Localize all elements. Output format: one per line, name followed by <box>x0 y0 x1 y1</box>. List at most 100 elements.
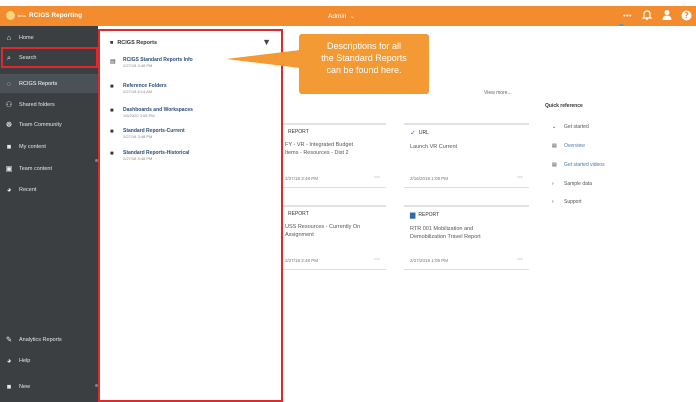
quick-item-label: Sample data <box>564 181 593 187</box>
chevron-right-icon: › <box>552 181 554 187</box>
new-icon: ■ <box>6 382 12 391</box>
folder-icon: ■ <box>6 142 12 151</box>
document-icon: ▤ <box>552 143 557 149</box>
card-title-line: Assignment <box>285 232 314 238</box>
video-icon: ▤ <box>552 162 557 168</box>
sidebar-item-label: Team Community <box>19 121 62 128</box>
sidebar-item-home[interactable]: ⌂ Home <box>0 31 98 44</box>
sidebar-item-label: Home <box>19 34 34 41</box>
card-title-line: Demobilization Travel Report <box>410 234 481 240</box>
content-card[interactable]: REPORT USS Resources - Currently On Assi… <box>283 205 386 270</box>
filter-icon[interactable]: ▼ <box>262 37 271 47</box>
list-item-text: Standard Reports-Historical 2/27/18 3:48… <box>123 150 189 161</box>
quick-item-support[interactable]: › Support <box>552 199 582 205</box>
card-title: FY - VR - Integrated Budget Items - Reso… <box>285 141 382 157</box>
card-title-line: Launch VR Current <box>410 144 458 150</box>
sidebar-item-help[interactable]: ◕ Help <box>0 354 98 367</box>
content-card[interactable]: REPORT FY - VR - Integrated Budget Items… <box>283 123 386 188</box>
sidebar-item-rcigs-reports[interactable]: ◌ RCIGS Reports <box>0 74 98 93</box>
quick-item-label: Support <box>564 199 582 205</box>
card-title-line: RTR 001 Mobilization and <box>410 226 474 232</box>
brand-name: RCIGS Reporting <box>29 12 83 19</box>
more-icon[interactable]: ⋯ <box>374 174 380 181</box>
sidebar-item-recent[interactable]: ◕ Recent <box>0 183 98 196</box>
list-item-date: 2/27/18 3:48 PM <box>123 134 153 139</box>
list-item-text: Reference Folders 2/27/18 8:14 AM <box>123 83 167 94</box>
help-icon[interactable]: ? <box>681 10 692 24</box>
folder-icon: ■ <box>110 151 114 157</box>
card-date: 2/27/2019 1:09 PM <box>410 258 449 263</box>
quick-item-sample-data[interactable]: › Sample data <box>552 181 592 187</box>
svg-text:?: ? <box>684 11 688 20</box>
sidebar-item-label: Help <box>19 357 31 364</box>
rcigs-reports-panel: ■ RCIGS Reports ▼ ▤ RCIGS Standard Repor… <box>98 29 283 402</box>
quick-item-get-started[interactable]: ⌄ Get started <box>552 124 589 130</box>
document-icon: ▤ <box>110 59 116 65</box>
user-icon-svg <box>662 10 672 20</box>
card-title: RTR 001 Mobilization and Demobilization … <box>410 225 525 241</box>
list-item-text: RCIGS Standard Reports Info 2/27/18 3:48… <box>123 57 193 68</box>
sidebar-item-label: RCIGS Reports <box>19 80 58 87</box>
list-item[interactable]: ■ Reference Folders 2/27/18 8:14 AM <box>110 83 275 94</box>
card-type-label: REPORT <box>288 129 309 135</box>
chevron-right-icon: › <box>552 199 554 205</box>
quick-item-label: Overview <box>564 143 585 149</box>
sidebar-item-label: Team content <box>19 165 53 172</box>
sidebar-item-label: Analytics Reports <box>19 336 62 343</box>
sidebar-item-team-community[interactable]: ☸ Team Community <box>0 118 98 131</box>
spinner-icon: ◌ <box>6 79 12 88</box>
help-circle-icon: ◕ <box>6 356 12 365</box>
list-item[interactable]: ■ Standard Reports-Current 2/27/18 3:48 … <box>110 128 275 139</box>
brand[interactable]: kms RCIGS Reporting <box>6 11 82 20</box>
list-item-date: 2/27/18 3:48 PM <box>123 156 153 161</box>
more-icon[interactable]: ⋯ <box>374 256 380 263</box>
sidebar-item-label: My content <box>19 143 46 150</box>
sidebar-item-analytics-reports[interactable]: ✎ Analytics Reports <box>0 333 98 346</box>
card-date: 2/27/18 3:48 PM <box>285 258 319 263</box>
admin-menu[interactable]: Admin ⌄ <box>328 12 355 21</box>
sidebar-item-shared-folders[interactable]: ⚇ Shared folders <box>0 98 98 111</box>
report-icon: ▆ <box>410 212 416 219</box>
sidebar-item-new[interactable]: ■ New <box>0 380 98 393</box>
clock-icon: ◕ <box>6 185 12 194</box>
bell-icon-svg <box>641 10 653 20</box>
more-icon[interactable]: ⋯ <box>517 256 523 263</box>
quick-reference-title: Quick reference <box>545 103 583 109</box>
sidebar-item-label: Recent <box>19 186 37 193</box>
community-icon: ☸ <box>5 120 13 129</box>
folder-icon: ■ <box>110 108 114 114</box>
brand-logo-icon <box>6 11 15 20</box>
content-card[interactable]: ▆ REPORT RTR 001 Mobilization and Demobi… <box>404 205 529 270</box>
card-title-line: FY - VR - Integrated Budget <box>285 142 354 148</box>
card-type: REPORT <box>285 129 382 135</box>
card-date: 2/27/18 3:48 PM <box>285 176 319 181</box>
more-icon[interactable]: ⋯ <box>517 174 523 181</box>
card-type-label: URL <box>418 130 429 136</box>
card-type-label: REPORT <box>418 212 440 218</box>
content-card[interactable]: ✓ URL Launch VR Current 2/16/2019 1:09 P… <box>404 123 529 188</box>
chevron-down-icon: ⌄ <box>552 124 557 130</box>
card-title-line: Items - Resources - Dist 2 <box>285 150 349 156</box>
home-icon: ⌂ <box>6 33 12 42</box>
admin-label: Admin <box>328 12 347 20</box>
quick-item-overview[interactable]: ▤ Overview <box>552 143 585 149</box>
list-item[interactable]: ■ Standard Reports-Historical 2/27/18 3:… <box>110 150 275 161</box>
people-icon: ⚇ <box>5 100 13 109</box>
callout-line: can be found here. <box>326 65 402 75</box>
user-icon[interactable] <box>662 9 672 24</box>
folder-icon: ■ <box>110 40 114 46</box>
card-type: ▆ REPORT <box>410 211 525 219</box>
card-stripe <box>404 205 529 207</box>
brand-small-label: kms <box>18 13 27 18</box>
more-icon[interactable]: ••• <box>623 11 632 23</box>
quick-item-videos[interactable]: ▤ Get started videos <box>552 162 605 168</box>
folder-icon: ■ <box>110 129 114 135</box>
card-title: Launch VR Current <box>410 143 525 151</box>
card-title: USS Resources - Currently On Assignment <box>285 223 382 239</box>
sidebar-item-team-content[interactable]: ▣ Team content <box>0 162 98 175</box>
view-more-link[interactable]: View more... <box>484 90 512 96</box>
sidebar-item-my-content[interactable]: ■ My content <box>0 140 98 153</box>
callout-arrow <box>226 50 300 68</box>
list-item[interactable]: ■ Dashboards and Workspaces 1/6/2020 3:0… <box>110 107 275 118</box>
bell-icon[interactable] <box>641 9 653 24</box>
